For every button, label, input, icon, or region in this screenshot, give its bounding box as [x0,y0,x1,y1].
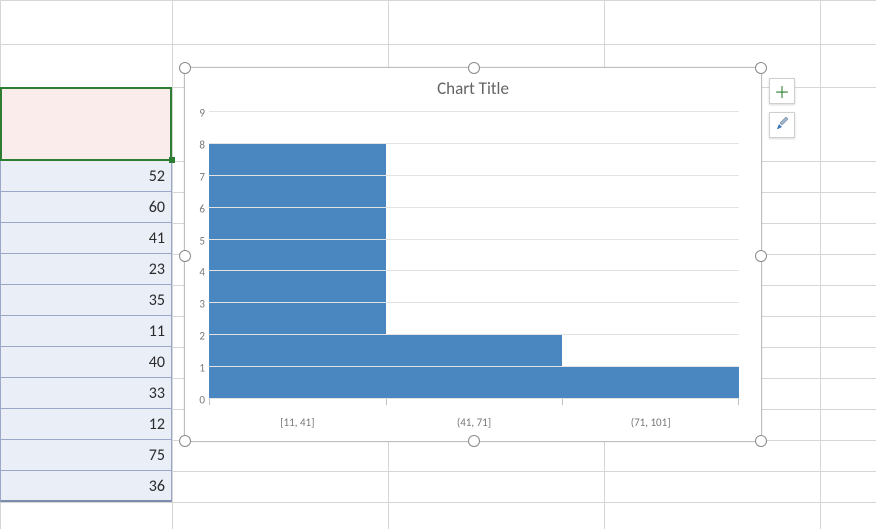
chart-gridline [209,239,739,240]
chart-resize-handle[interactable] [179,62,191,74]
data-cell[interactable]: 60 [0,192,172,223]
chart-resize-handle[interactable] [468,435,480,447]
data-cell[interactable]: 33 [0,378,172,409]
bar[interactable] [562,367,739,399]
y-tick-label: 5 [199,231,205,248]
data-column: 52 60 41 23 35 11 40 33 12 75 36 [0,87,172,502]
chart-gridline [209,270,739,271]
x-tick [386,399,387,405]
bar-slot [209,112,386,399]
gridline-h [0,502,876,503]
gridline-v [172,0,173,529]
chart-resize-handle[interactable] [755,435,767,447]
x-tick [738,399,739,405]
plus-icon: ＋ [774,79,790,103]
x-axis-labels: [11, 41](41, 71](71, 101] [209,416,739,429]
data-cell[interactable]: 11 [0,316,172,347]
data-cell[interactable]: 35 [0,285,172,316]
chart-gridline [209,207,739,208]
chart-gridline [209,175,739,176]
plot-area: 0123456789 [209,112,739,399]
data-cell[interactable]: 23 [0,254,172,285]
chart-gridline [209,398,739,399]
chart-gridline [209,111,739,112]
y-tick-label: 6 [199,199,205,216]
gridline-h [0,44,876,45]
y-tick-label: 9 [199,104,205,121]
embedded-chart[interactable]: Chart Title 0123456789 [11, 41](41, 71](… [184,67,762,442]
chart-gridline [209,302,739,303]
x-tick [209,399,210,405]
chart-gridline [209,143,739,144]
y-tick-label: 3 [199,295,205,312]
x-tick-label: (41, 71] [386,416,563,429]
chart-gridline [209,334,739,335]
y-tick-label: 7 [199,167,205,184]
data-cell[interactable]: 12 [0,409,172,440]
y-tick-label: 8 [199,135,205,152]
data-cell[interactable]: 40 [0,347,172,378]
y-tick-label: 4 [199,263,205,280]
bar-slot [386,112,563,399]
data-cell[interactable]: 52 [0,161,172,192]
bars-container [209,112,739,399]
cell-fill-handle[interactable] [169,157,175,163]
chart-style-button[interactable] [769,112,795,138]
chart-resize-handle[interactable] [468,62,480,74]
x-tick-label: (71, 101] [562,416,739,429]
y-tick-label: 2 [199,327,205,344]
bar-slot [562,112,739,399]
y-tick-label: 1 [199,359,205,376]
cell-header-selected[interactable] [0,87,172,161]
x-tick-label: [11, 41] [209,416,386,429]
gridline-h [0,0,876,1]
chart-resize-handle[interactable] [755,62,767,74]
x-tick [562,399,563,405]
chart-resize-handle[interactable] [755,250,767,262]
y-tick-label: 0 [199,391,205,408]
data-cell[interactable]: 36 [0,471,172,502]
spreadsheet-grid: 52 60 41 23 35 11 40 33 12 75 36 Chart T… [0,0,876,529]
data-cell[interactable]: 41 [0,223,172,254]
chart-add-element-button[interactable]: ＋ [769,78,795,104]
data-cell[interactable]: 75 [0,440,172,471]
y-axis: 0123456789 [187,112,207,399]
chart-gridline [209,366,739,367]
chart-resize-handle[interactable] [179,435,191,447]
paintbrush-icon [774,115,790,136]
gridline-v [820,0,821,529]
